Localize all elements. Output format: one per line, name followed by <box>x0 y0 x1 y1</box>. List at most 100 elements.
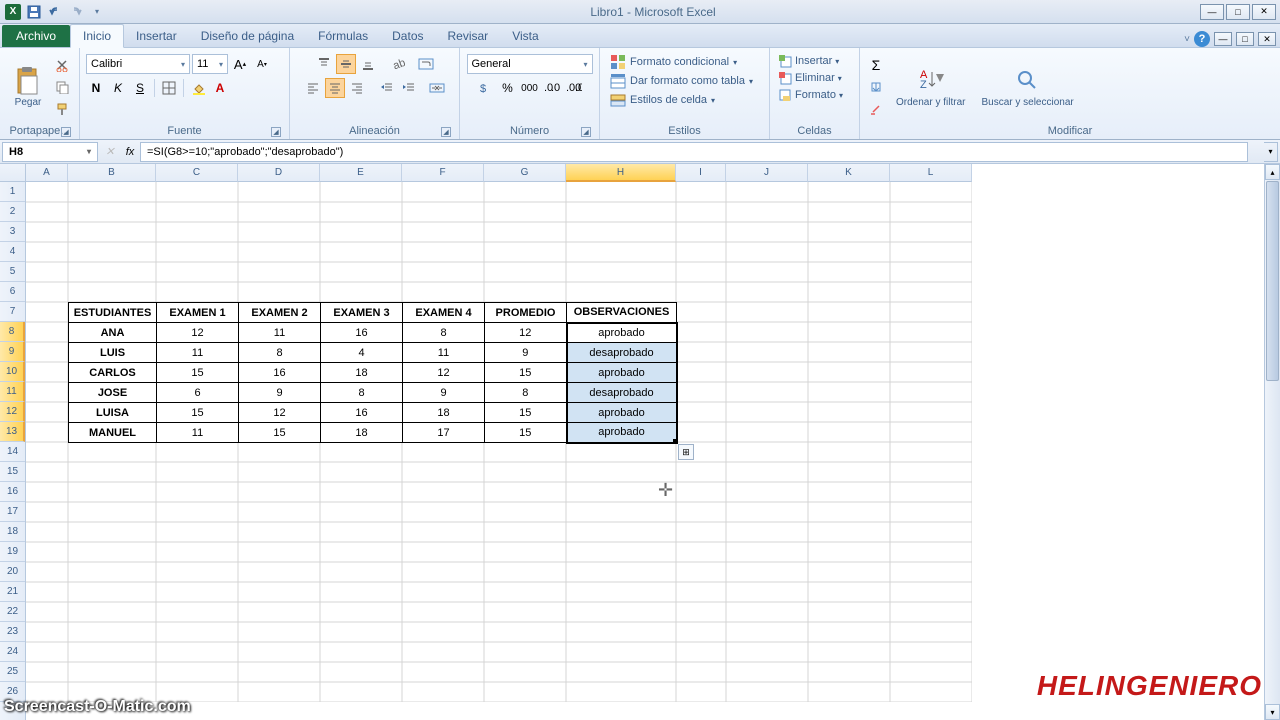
column-header-H[interactable]: H <box>566 164 676 182</box>
row-header-17[interactable]: 17 <box>0 502 25 522</box>
row-header-24[interactable]: 24 <box>0 642 25 662</box>
name-box[interactable]: H8▾ <box>2 142 98 162</box>
cancel-formula-icon[interactable]: ✕ <box>100 142 120 162</box>
bold-button[interactable]: N <box>86 78 106 98</box>
format-as-table-button[interactable]: Dar formato como tabla ▾ <box>606 72 763 90</box>
row-header-7[interactable]: 7 <box>0 302 25 322</box>
cells-area[interactable]: ESTUDIANTESEXAMEN 1EXAMEN 2EXAMEN 3EXAME… <box>26 182 1264 720</box>
delete-cells-button[interactable]: Eliminar ▾ <box>776 70 853 86</box>
tab-datos[interactable]: Datos <box>380 25 435 47</box>
row-header-10[interactable]: 10 <box>0 362 25 382</box>
find-select-button[interactable]: Buscar y seleccionar <box>975 54 1079 120</box>
orientation-icon[interactable]: ab <box>388 54 408 74</box>
row-header-1[interactable]: 1 <box>0 182 25 202</box>
fill-icon[interactable] <box>866 77 886 97</box>
font-color-icon[interactable]: A <box>210 78 230 98</box>
row-header-2[interactable]: 2 <box>0 202 25 222</box>
row-header-23[interactable]: 23 <box>0 622 25 642</box>
align-right-icon[interactable] <box>347 78 367 98</box>
column-header-G[interactable]: G <box>484 164 566 182</box>
align-middle-icon[interactable] <box>336 54 356 74</box>
row-header-5[interactable]: 5 <box>0 262 25 282</box>
redo-icon[interactable] <box>67 3 85 21</box>
close-button[interactable]: ✕ <box>1252 4 1276 20</box>
row-header-25[interactable]: 25 <box>0 662 25 682</box>
cell-styles-button[interactable]: Estilos de celda ▾ <box>606 91 763 109</box>
row-header-14[interactable]: 14 <box>0 442 25 462</box>
tab-insertar[interactable]: Insertar <box>124 25 189 47</box>
tab-revisar[interactable]: Revisar <box>436 25 501 47</box>
row-header-8[interactable]: 8 <box>0 322 25 342</box>
percent-format-icon[interactable]: % <box>498 78 518 98</box>
accounting-format-icon[interactable]: $ <box>476 78 496 98</box>
tab-vista[interactable]: Vista <box>500 25 550 47</box>
row-header-18[interactable]: 18 <box>0 522 25 542</box>
row-header-15[interactable]: 15 <box>0 462 25 482</box>
select-all-corner[interactable] <box>0 164 26 182</box>
tab-inicio[interactable]: Inicio <box>70 24 124 48</box>
decrease-font-icon[interactable]: A▾ <box>252 54 272 74</box>
row-header-4[interactable]: 4 <box>0 242 25 262</box>
fill-color-icon[interactable] <box>188 78 208 98</box>
row-header-3[interactable]: 3 <box>0 222 25 242</box>
dialog-launcher-icon[interactable]: ◢ <box>61 127 71 137</box>
insert-function-icon[interactable]: fx <box>120 142 140 162</box>
row-header-13[interactable]: 13 <box>0 422 25 442</box>
conditional-format-button[interactable]: Formato condicional ▾ <box>606 53 763 71</box>
save-icon[interactable] <box>25 3 43 21</box>
wrap-text-icon[interactable] <box>416 54 436 74</box>
insert-cells-button[interactable]: Insertar ▾ <box>776 53 853 69</box>
expand-formula-bar-icon[interactable]: ▾ <box>1264 142 1278 162</box>
cut-icon[interactable] <box>52 55 72 75</box>
workbook-minimize-button[interactable]: — <box>1214 32 1232 46</box>
scroll-thumb[interactable] <box>1266 181 1279 381</box>
workbook-close-button[interactable]: ✕ <box>1258 32 1276 46</box>
row-header-21[interactable]: 21 <box>0 582 25 602</box>
increase-font-icon[interactable]: A▴ <box>230 54 250 74</box>
align-left-icon[interactable] <box>303 78 323 98</box>
row-header-6[interactable]: 6 <box>0 282 25 302</box>
column-header-K[interactable]: K <box>808 164 890 182</box>
number-format-combo[interactable]: General▾ <box>467 54 593 74</box>
merge-center-icon[interactable] <box>427 78 447 98</box>
row-header-20[interactable]: 20 <box>0 562 25 582</box>
column-header-B[interactable]: B <box>68 164 156 182</box>
font-family-combo[interactable]: Calibri▾ <box>86 54 190 74</box>
column-header-D[interactable]: D <box>238 164 320 182</box>
workbook-restore-button[interactable]: □ <box>1236 32 1254 46</box>
clear-icon[interactable] <box>866 99 886 119</box>
format-cells-button[interactable]: Formato ▾ <box>776 87 853 103</box>
font-size-combo[interactable]: 11▾ <box>192 54 228 74</box>
dialog-launcher-icon[interactable]: ◢ <box>271 127 281 137</box>
minimize-button[interactable]: — <box>1200 4 1224 20</box>
tab-formulas[interactable]: Fórmulas <box>306 25 380 47</box>
row-header-22[interactable]: 22 <box>0 602 25 622</box>
tab-diseno[interactable]: Diseño de página <box>189 25 306 47</box>
autosum-icon[interactable]: Σ <box>866 55 886 75</box>
format-painter-icon[interactable] <box>52 99 72 119</box>
formula-bar[interactable]: =SI(G8>=10;"aprobado";"desaprobado") <box>140 142 1248 162</box>
align-top-icon[interactable] <box>314 54 334 74</box>
column-header-E[interactable]: E <box>320 164 402 182</box>
minimize-ribbon-icon[interactable]: ˅ <box>1184 34 1190 45</box>
comma-format-icon[interactable]: 000 <box>520 78 540 98</box>
row-header-16[interactable]: 16 <box>0 482 25 502</box>
qat-dropdown-icon[interactable]: ▾ <box>88 3 106 21</box>
scroll-down-icon[interactable]: ▾ <box>1265 704 1280 720</box>
help-icon[interactable]: ? <box>1194 31 1210 47</box>
vertical-scrollbar[interactable]: ▴ ▾ <box>1264 164 1280 720</box>
underline-button[interactable]: S <box>130 78 150 98</box>
row-header-19[interactable]: 19 <box>0 542 25 562</box>
paste-button[interactable]: Pegar <box>6 54 50 120</box>
align-center-icon[interactable] <box>325 78 345 98</box>
column-header-A[interactable]: A <box>26 164 68 182</box>
row-header-11[interactable]: 11 <box>0 382 25 402</box>
increase-decimal-icon[interactable]: .0.00 <box>542 78 562 98</box>
decrease-decimal-icon[interactable]: .00.0 <box>564 78 584 98</box>
autofill-options-icon[interactable]: ⊞ <box>678 444 694 460</box>
align-bottom-icon[interactable] <box>358 54 378 74</box>
restore-button[interactable]: □ <box>1226 4 1250 20</box>
column-header-L[interactable]: L <box>890 164 972 182</box>
italic-button[interactable]: K <box>108 78 128 98</box>
column-header-F[interactable]: F <box>402 164 484 182</box>
